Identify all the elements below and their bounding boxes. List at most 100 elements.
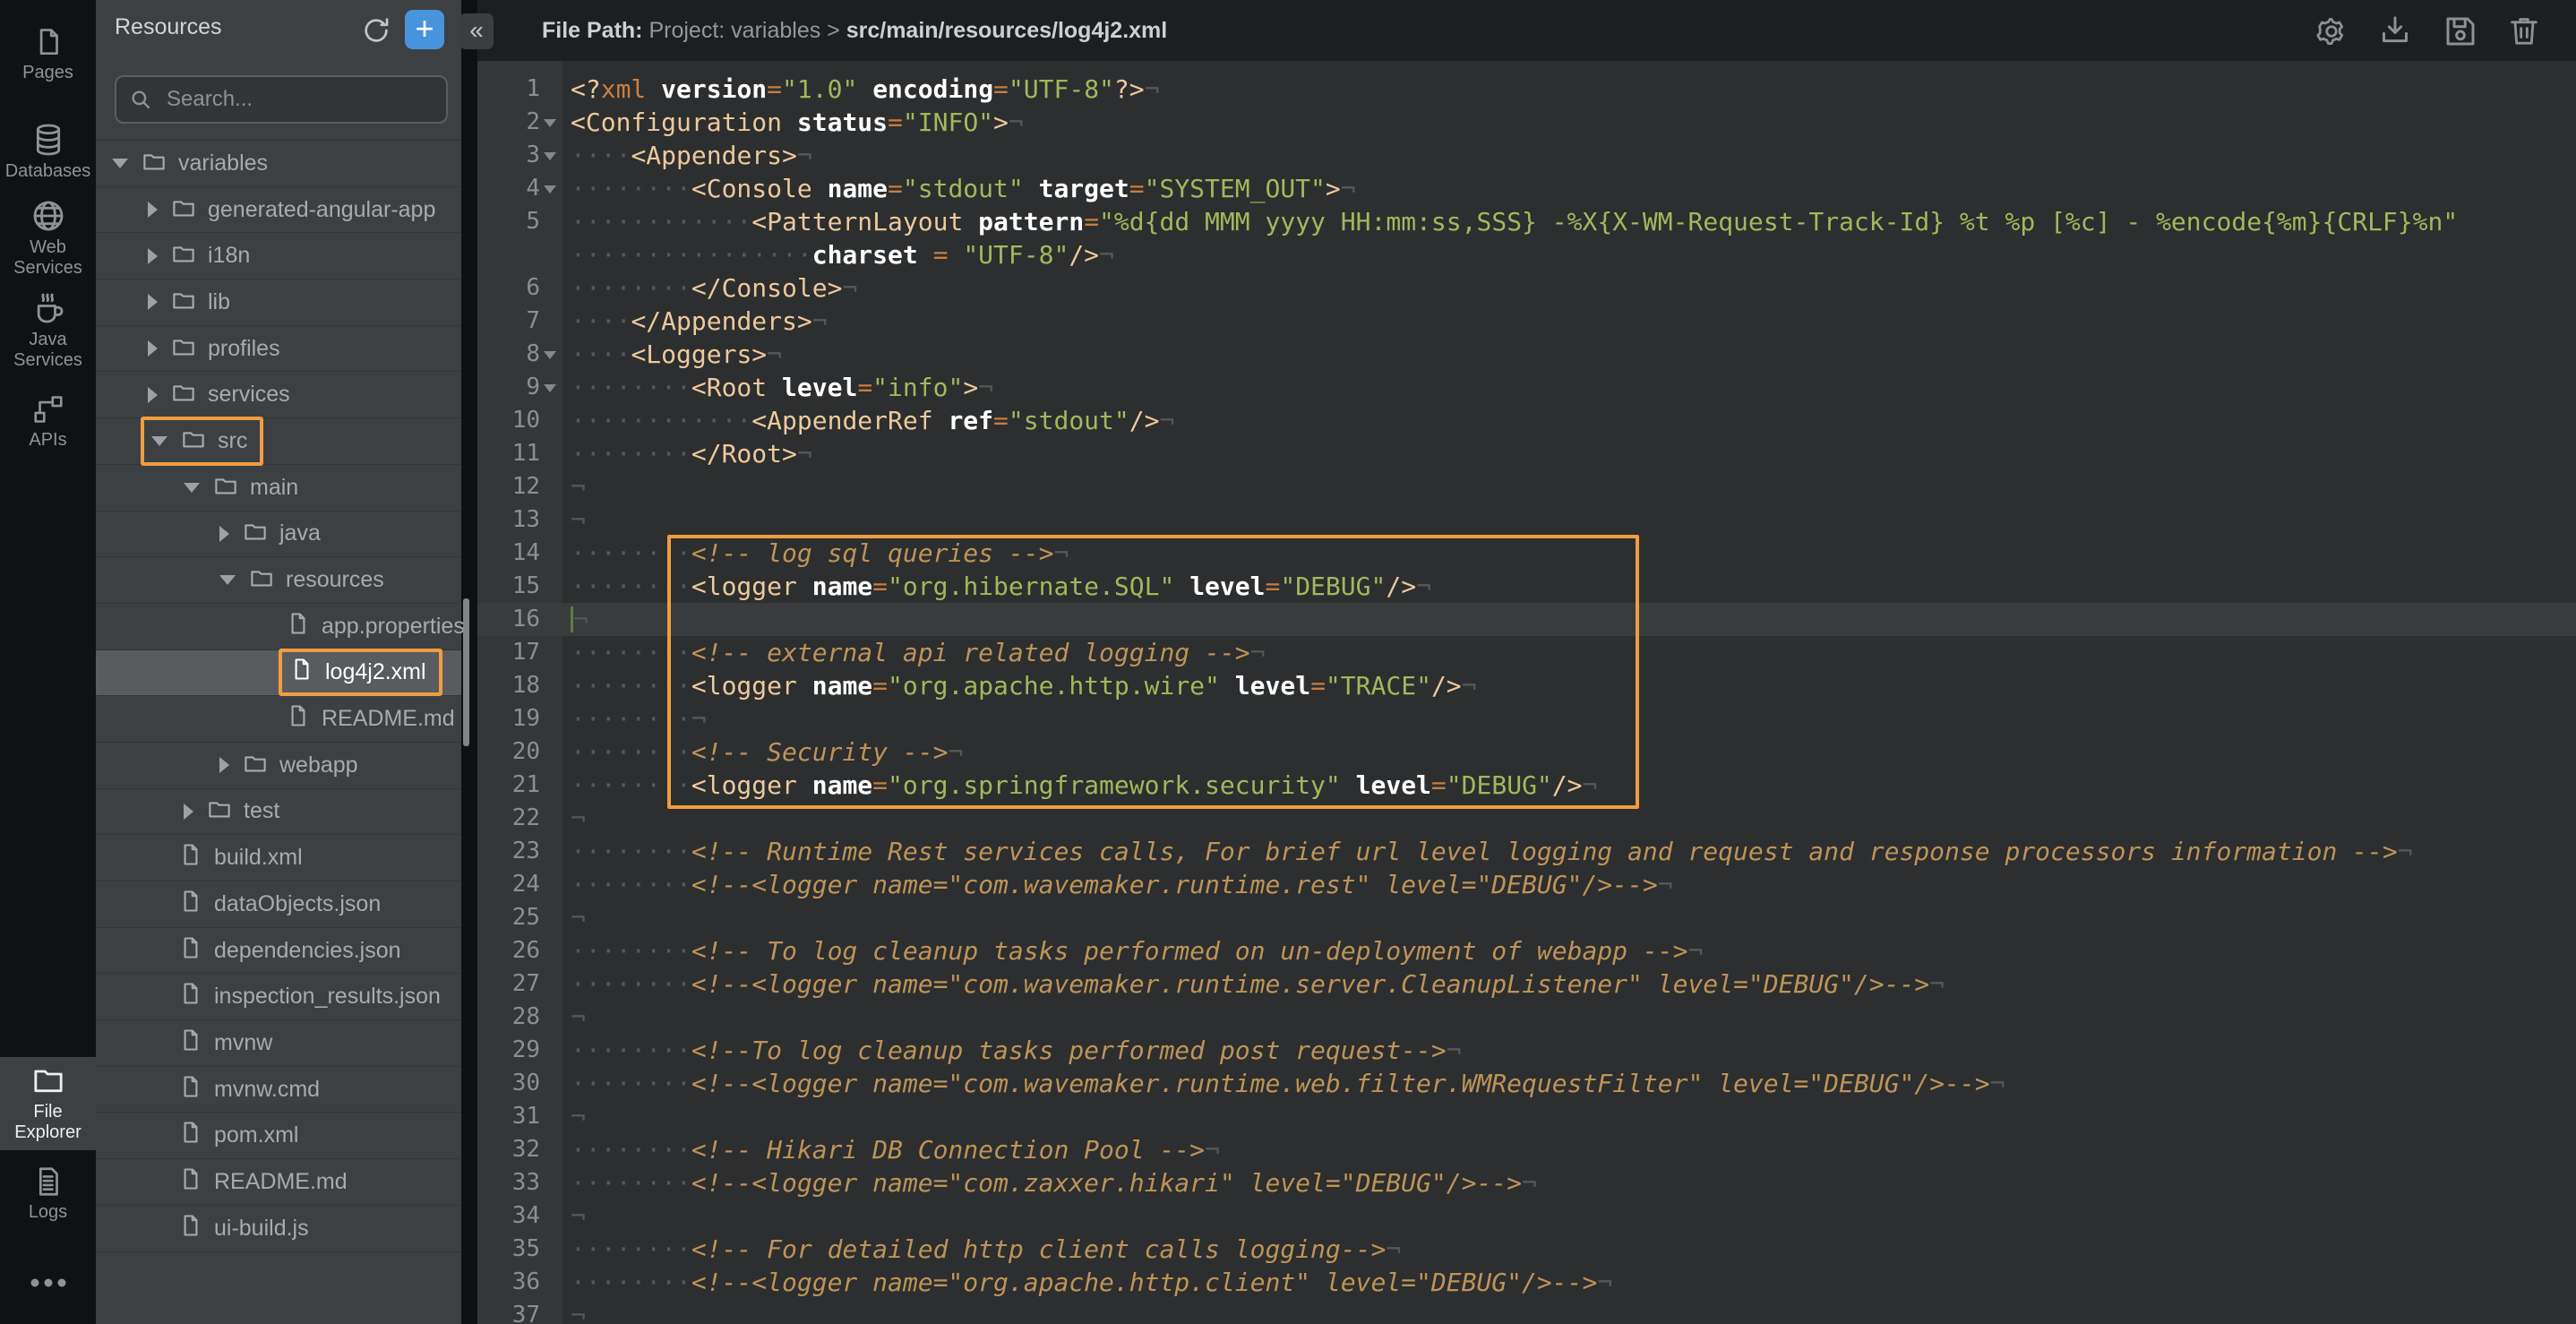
tree-item-main[interactable]: main <box>96 465 461 512</box>
code-line-18[interactable]: 18········<logger name="org.apache.http.… <box>477 669 2576 702</box>
tree-item-app.properties[interactable]: app.properties <box>96 604 461 650</box>
fold-toggle-icon[interactable] <box>544 351 556 359</box>
fold-toggle-icon[interactable] <box>544 384 556 392</box>
tree-item-build.xml[interactable]: build.xml <box>96 835 461 881</box>
tree-item-variables[interactable]: variables <box>96 141 461 187</box>
code-line-20[interactable]: 20········<!-- Security -->¬ <box>477 735 2576 769</box>
tree-item-pom.xml[interactable]: pom.xml <box>96 1113 461 1159</box>
caret-right-icon[interactable] <box>148 202 158 218</box>
fold-toggle-icon[interactable] <box>544 185 556 193</box>
code-line-25[interactable]: 25¬ <box>477 901 2576 934</box>
caret-right-icon[interactable] <box>219 526 229 542</box>
tree-item-profiles[interactable]: profiles <box>96 326 461 373</box>
code-line-4[interactable]: 4········<Console name="stdout" target="… <box>477 172 2576 205</box>
code-line-36[interactable]: 36········<!--<logger name="org.apache.h… <box>477 1266 2576 1299</box>
tree-item-log4j2.xml[interactable]: log4j2.xml <box>96 650 461 697</box>
tree-item-test[interactable]: test <box>96 789 461 836</box>
code-line-1[interactable]: 1<?xml version="1.0" encoding="UTF-8"?>¬ <box>477 73 2576 106</box>
code-line-7[interactable]: 7····</Appenders>¬ <box>477 305 2576 338</box>
code-line-23[interactable]: 23········<!-- Runtime Rest services cal… <box>477 835 2576 868</box>
code-line-11[interactable]: 11········</Root>¬ <box>477 437 2576 470</box>
save-icon[interactable] <box>2442 13 2477 48</box>
tree-item-label: main <box>250 475 298 501</box>
code-line-22[interactable]: 22¬ <box>477 802 2576 835</box>
code-line-28[interactable]: 28¬ <box>477 1001 2576 1034</box>
code-line-15[interactable]: 15········<logger name="org.hibernate.SQ… <box>477 570 2576 603</box>
refresh-icon[interactable] <box>361 15 393 47</box>
code-line-32[interactable]: 32········<!-- Hikari DB Connection Pool… <box>477 1133 2576 1166</box>
rail-item-file-explorer[interactable]: File Explorer <box>0 1057 96 1150</box>
code-line-9[interactable]: 9········<Root level="info">¬ <box>477 371 2576 404</box>
caret-down-icon[interactable] <box>112 159 128 168</box>
code-editor[interactable]: 1<?xml version="1.0" encoding="UTF-8"?>¬… <box>477 61 2576 1324</box>
tree-item-resources[interactable]: resources <box>96 557 461 604</box>
code-line-21[interactable]: 21········<logger name="org.springframew… <box>477 769 2576 802</box>
tree-item-generated-angular-app[interactable]: generated-angular-app <box>96 187 461 234</box>
rail-item-pages[interactable]: Pages <box>0 20 96 83</box>
rail-item-logs[interactable]: Logs <box>0 1159 96 1223</box>
caret-right-icon[interactable] <box>148 248 158 264</box>
code-line-26[interactable]: 26········<!-- To log cleanup tasks perf… <box>477 934 2576 967</box>
rail-item-more[interactable] <box>0 1272 96 1292</box>
tree-item-readme.md[interactable]: README.md <box>96 696 461 743</box>
tree-item-src[interactable]: src <box>96 418 461 465</box>
file-icon <box>178 935 203 967</box>
tree-item-webapp[interactable]: webapp <box>96 743 461 789</box>
rail-item-web-services[interactable]: Web Services <box>0 193 96 279</box>
tree-item-i18n[interactable]: i18n <box>96 233 461 279</box>
code-line-31[interactable]: 31¬ <box>477 1100 2576 1133</box>
tree-item-lib[interactable]: lib <box>96 279 461 326</box>
caret-right-icon[interactable] <box>148 340 158 357</box>
caret-down-icon[interactable] <box>184 483 200 493</box>
code-line-27[interactable]: 27········<!--<logger name="com.wavemake… <box>477 967 2576 1001</box>
code-line-14[interactable]: 14········<!-- log sql queries -->¬ <box>477 537 2576 570</box>
caret-right-icon[interactable] <box>184 804 193 820</box>
tree-scrollbar[interactable] <box>463 598 469 746</box>
code-line-8[interactable]: 8····<Loggers>¬ <box>477 338 2576 371</box>
code-line-10[interactable]: 10············<AppenderRef ref="stdout"/… <box>477 404 2576 437</box>
code-line-12[interactable]: 12¬ <box>477 470 2576 503</box>
code-line-17[interactable]: 17········<!-- external api related logg… <box>477 636 2576 669</box>
add-resource-button[interactable]: + <box>405 10 444 49</box>
collapse-panel-button[interactable]: « <box>459 13 494 49</box>
tree-item-java[interactable]: java <box>96 512 461 558</box>
code-line-3[interactable]: 3····<Appenders>¬ <box>477 139 2576 172</box>
fold-toggle-icon[interactable] <box>544 119 556 127</box>
code-line-16[interactable]: 16¬ <box>477 603 2576 636</box>
tree-item-mvnw.cmd[interactable]: mvnw.cmd <box>96 1067 461 1113</box>
tree-item-dependencies.json[interactable]: dependencies.json <box>96 928 461 975</box>
code-line-34[interactable]: 34¬ <box>477 1199 2576 1233</box>
code-line-30[interactable]: 30········<!--<logger name="com.wavemake… <box>477 1067 2576 1100</box>
delete-icon[interactable] <box>2506 13 2542 48</box>
code-line-2[interactable]: 2<Configuration status="INFO">¬ <box>477 106 2576 139</box>
tree-item-readme.md[interactable]: README.md <box>96 1159 461 1206</box>
caret-down-icon[interactable] <box>219 575 236 585</box>
fold-toggle-icon[interactable] <box>544 152 556 160</box>
code-line-5[interactable]: 5············<PatternLayout pattern="%d{… <box>477 205 2576 238</box>
code-line-6[interactable]: 6········</Console>¬ <box>477 271 2576 305</box>
code-line-wrap[interactable]: ················charset = "UTF-8"/>¬ <box>477 238 2576 271</box>
tree-item-inspection-results.json[interactable]: inspection_results.json <box>96 974 461 1020</box>
code-line-24[interactable]: 24········<!--<logger name="com.wavemake… <box>477 868 2576 901</box>
rail-item-databases[interactable]: Databases <box>0 116 96 182</box>
code-line-33[interactable]: 33········<!--<logger name="com.zaxxer.h… <box>477 1166 2576 1199</box>
caret-right-icon[interactable] <box>148 387 158 403</box>
code-line-13[interactable]: 13¬ <box>477 503 2576 537</box>
code-line-37[interactable]: 37¬ <box>477 1299 2576 1324</box>
download-icon[interactable] <box>2377 13 2413 48</box>
rail-item-apis[interactable]: APIs <box>0 387 96 451</box>
tree-item-label: dependencies.json <box>214 938 401 964</box>
rail-item-java-services[interactable]: Java Services <box>0 285 96 371</box>
code-line-29[interactable]: 29········<!--To log cleanup tasks perfo… <box>477 1034 2576 1067</box>
search-input[interactable] <box>115 75 448 124</box>
caret-right-icon[interactable] <box>219 757 229 773</box>
tree-item-ui-build.js[interactable]: ui-build.js <box>96 1206 461 1252</box>
tree-item-mvnw[interactable]: mvnw <box>96 1020 461 1067</box>
settings-icon[interactable] <box>2313 13 2348 48</box>
tree-item-services[interactable]: services <box>96 372 461 418</box>
caret-right-icon[interactable] <box>148 294 158 310</box>
code-line-19[interactable]: 19········¬ <box>477 702 2576 735</box>
tree-item-dataobjects.json[interactable]: dataObjects.json <box>96 881 461 928</box>
code-line-35[interactable]: 35········<!-- For detailed http client … <box>477 1233 2576 1266</box>
caret-down-icon[interactable] <box>151 436 167 446</box>
